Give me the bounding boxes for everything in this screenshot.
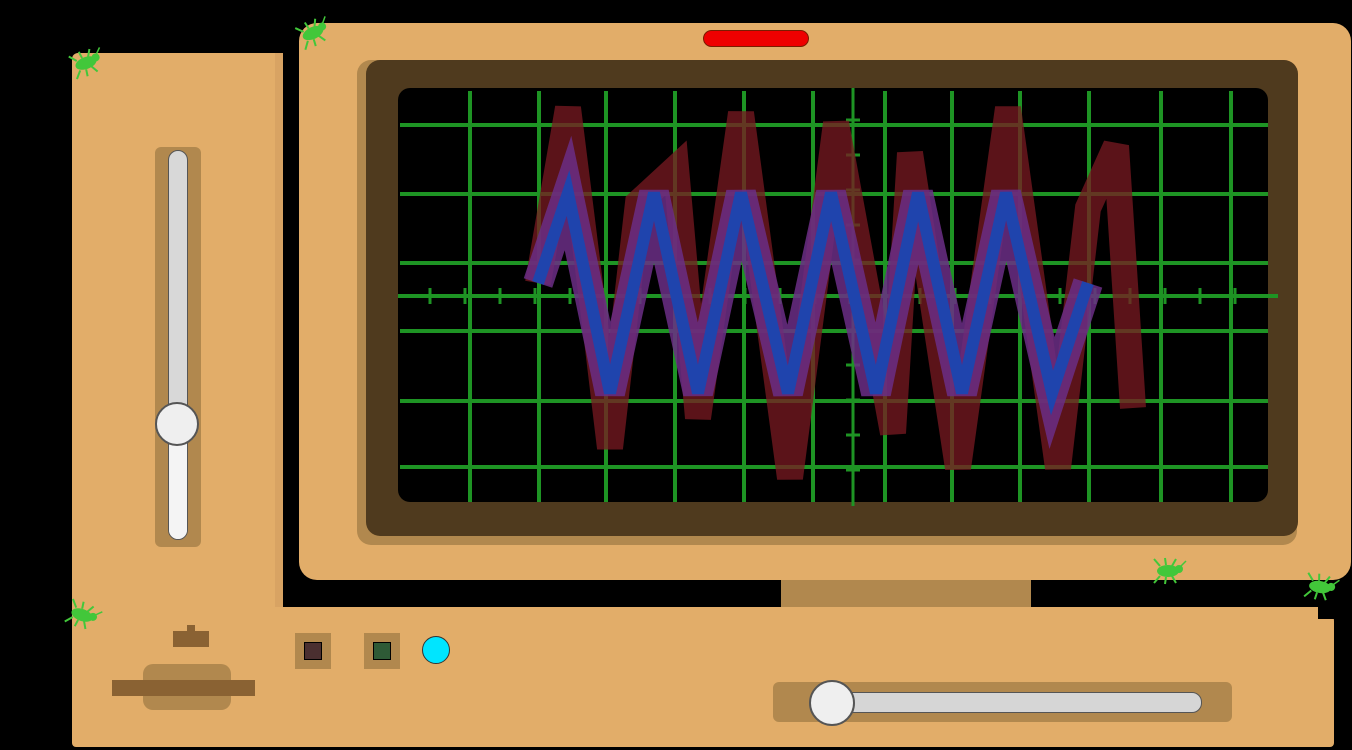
button-b-face <box>373 642 391 660</box>
base-panel <box>72 607 1334 747</box>
vertical-slider-knob[interactable] <box>155 402 199 446</box>
oscilloscope-screen <box>398 88 1278 506</box>
power-led <box>703 30 809 47</box>
bug-icon[interactable] <box>1148 556 1188 586</box>
button-b[interactable] <box>364 633 400 669</box>
dial-knob-icon[interactable] <box>112 680 255 696</box>
dial-nub <box>187 625 195 633</box>
button-a[interactable] <box>295 633 331 669</box>
monitor-stand <box>781 580 1031 610</box>
dial-top <box>173 631 209 647</box>
horizontal-slider-knob[interactable] <box>809 680 855 726</box>
button-a-face <box>304 642 322 660</box>
horizontal-slider-track[interactable] <box>838 692 1202 713</box>
base-corner-notch <box>1318 607 1334 619</box>
button-c[interactable] <box>422 636 450 664</box>
bug-icon[interactable] <box>1298 569 1343 605</box>
